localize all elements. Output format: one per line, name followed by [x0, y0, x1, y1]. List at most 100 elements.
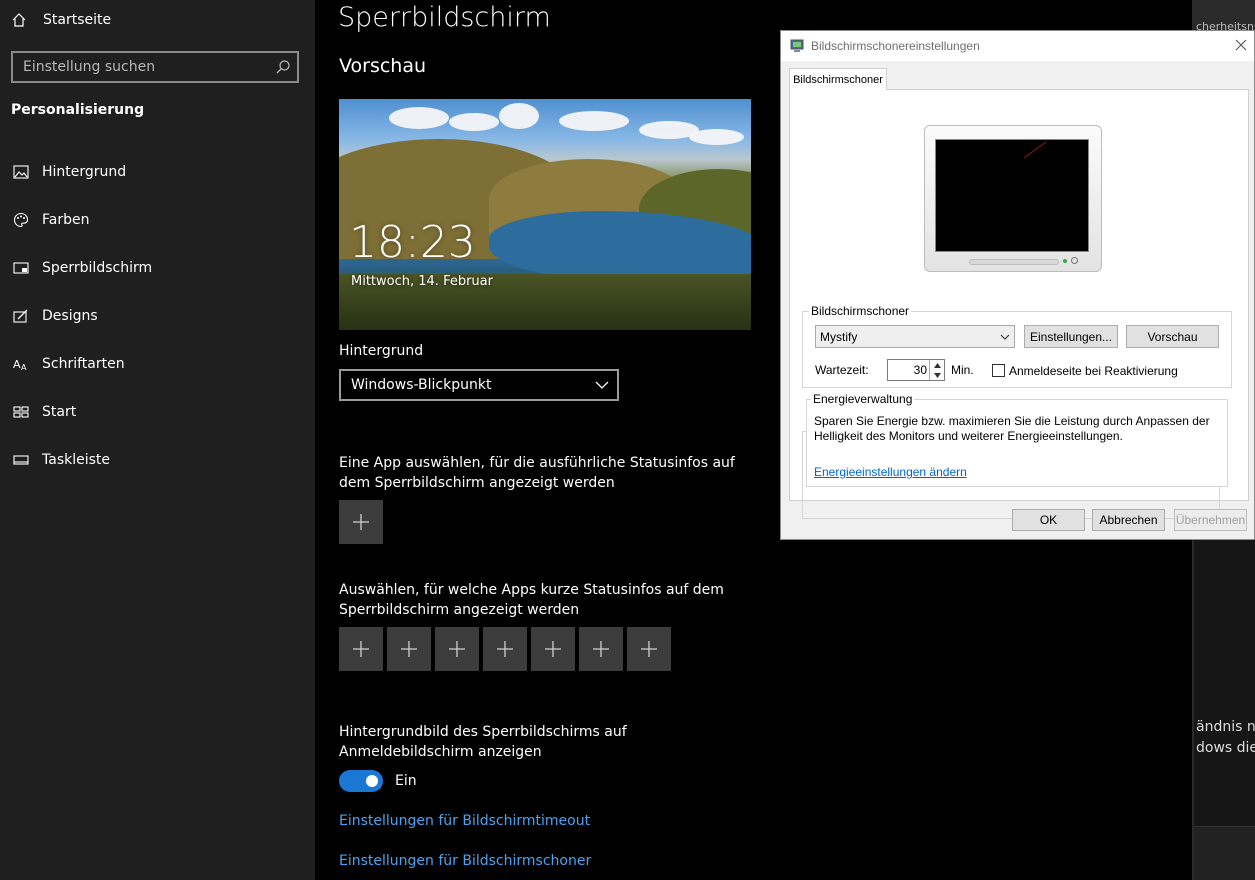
plus-icon: [545, 641, 561, 657]
wait-unit: Min.: [951, 363, 974, 377]
add-quick-app-button[interactable]: [339, 627, 383, 671]
caret-up-icon[interactable]: [930, 360, 944, 370]
power-settings-link[interactable]: Energieeinstellungen ändern: [814, 465, 967, 479]
taskbar-icon: [11, 452, 31, 468]
toggle-state-label: Ein: [395, 773, 417, 789]
background-label: Hintergrund: [339, 343, 424, 359]
resume-login-checkbox[interactable]: [992, 364, 1005, 377]
sidebar-item-taskleiste[interactable]: Taskleiste: [11, 448, 110, 472]
add-quick-app-button[interactable]: [579, 627, 623, 671]
screensaver-select[interactable]: Mystify: [815, 325, 1015, 348]
add-quick-app-button[interactable]: [627, 627, 671, 671]
wait-label: Wartezeit:: [815, 363, 869, 377]
designs-icon: [11, 308, 31, 324]
lock-screen-icon: [11, 260, 31, 276]
fragment-text: ändnis na: [1196, 719, 1255, 735]
preview-date: Mittwoch, 14. Februar: [351, 274, 493, 289]
lockscreen-preview: 18:23 Mittwoch, 14. Februar: [339, 99, 751, 330]
plus-icon: [641, 641, 657, 657]
sidebar-item-farben[interactable]: Farben: [11, 208, 89, 232]
monitor-stand-bar: [969, 259, 1059, 265]
search-icon[interactable]: [275, 59, 291, 75]
add-quick-app-button[interactable]: [531, 627, 575, 671]
preview-time: 18:23: [349, 217, 476, 268]
sidebar-item-start[interactable]: Start: [11, 400, 76, 424]
sidebar-item-label: Hintergrund: [42, 164, 127, 180]
settings-sidebar: Startseite Personalisierung Hintergrund …: [0, 0, 315, 880]
home-icon: [11, 12, 31, 28]
plus-icon: [449, 641, 465, 657]
plus-icon: [401, 641, 417, 657]
preview-cloud: [389, 107, 449, 129]
screensaver-settings-button[interactable]: Einstellungen...: [1024, 325, 1118, 348]
sidebar-item-label: Start: [42, 404, 77, 420]
add-quick-app-button[interactable]: [435, 627, 479, 671]
palette-icon: [11, 212, 31, 228]
apply-button[interactable]: Übernehmen: [1174, 509, 1247, 531]
add-quick-app-button[interactable]: [483, 627, 527, 671]
section-title: Personalisierung: [11, 102, 145, 118]
screensaver-settings-link[interactable]: Einstellungen für Bildschirmschoner: [339, 853, 591, 869]
cancel-button[interactable]: Abbrechen: [1092, 509, 1165, 531]
settings-search[interactable]: [11, 51, 299, 83]
close-icon[interactable]: [1234, 38, 1248, 52]
nav-home[interactable]: Startseite: [11, 9, 111, 31]
sidebar-item-sperrbildschirm[interactable]: Sperrbildschirm: [11, 256, 152, 280]
background-window-footer: [1194, 826, 1255, 880]
ok-button[interactable]: OK: [1012, 509, 1085, 531]
screensaver-group: Bildschirmschoner Mystify Einstellungen.…: [802, 304, 1232, 388]
screen-timeout-link[interactable]: Einstellungen für Bildschirmtimeout: [339, 813, 590, 829]
sidebar-item-label: Sperrbildschirm: [42, 260, 153, 276]
monitor-preview: [924, 125, 1102, 272]
screensaver-select-value: Mystify: [820, 329, 858, 344]
dialog-title: Bildschirmschonereinstellungen: [811, 39, 980, 53]
wait-time-stepper[interactable]: [887, 359, 945, 381]
plus-icon: [497, 641, 513, 657]
sidebar-item-hintergrund[interactable]: Hintergrund: [11, 160, 126, 184]
search-input[interactable]: [13, 53, 297, 81]
background-dropdown[interactable]: Windows-Blickpunkt: [339, 369, 619, 401]
sidebar-item-designs[interactable]: Designs: [11, 304, 98, 328]
preview-cloud: [449, 113, 499, 131]
start-tiles-icon: [11, 404, 31, 420]
caret-down-icon[interactable]: [930, 370, 944, 380]
nav-home-label: Startseite: [43, 12, 112, 28]
sidebar-item-label: Schriftarten: [42, 356, 125, 372]
chevron-down-icon: [595, 379, 609, 395]
quick-status-text: Auswählen, für welche Apps kurze Statusi…: [339, 582, 724, 618]
screensaver-preview-button[interactable]: Vorschau: [1126, 325, 1219, 348]
dialog-titlebar[interactable]: Bildschirmschonereinstellungen: [781, 31, 1254, 61]
add-quick-app-button[interactable]: [387, 627, 431, 671]
sidebar-item-label: Farben: [42, 212, 90, 228]
sidebar-item-label: Designs: [42, 308, 98, 324]
stepper-arrows[interactable]: [929, 360, 944, 380]
plus-icon: [593, 641, 609, 657]
screensaver-app-icon: [790, 39, 804, 53]
background-dropdown-value: Windows-Blickpunkt: [351, 377, 492, 393]
signin-background-toggle[interactable]: [339, 770, 383, 792]
svg-text:A: A: [13, 358, 21, 371]
plus-icon: [353, 514, 369, 530]
preview-river: [489, 211, 751, 281]
chevron-down-icon: [1000, 331, 1010, 345]
sidebar-item-schriftarten[interactable]: AA Schriftarten: [11, 352, 125, 376]
preview-cloud: [559, 111, 629, 131]
detailed-status-text: Eine App auswählen, für die ausführliche…: [339, 455, 735, 491]
page-title: Sperrbildschirm: [338, 2, 551, 33]
resume-login-label: Anmeldeseite bei Reaktivierung: [1009, 364, 1178, 378]
monitor-led: [1063, 259, 1067, 263]
wait-time-input[interactable]: [888, 360, 930, 380]
group-title: Bildschirmschoner: [809, 304, 912, 318]
energy-management-group: Energieverwaltung Sparen Sie Energie bzw…: [806, 392, 1228, 487]
plus-icon: [353, 641, 369, 657]
power-description: Sparen Sie Energie bzw. maximieren Sie d…: [814, 414, 1210, 443]
add-detailed-app-button[interactable]: [339, 500, 383, 544]
monitor-screen: [935, 139, 1089, 252]
preview-cloud: [689, 129, 744, 145]
sidebar-item-label: Taskleiste: [42, 452, 111, 468]
preview-cloud: [499, 103, 539, 129]
group-title: Energieverwaltung: [811, 392, 915, 406]
tab-bildschirmschoner[interactable]: Bildschirmschoner: [789, 68, 887, 90]
fragment-text: dows die: [1196, 740, 1255, 756]
picture-icon: [11, 164, 31, 180]
